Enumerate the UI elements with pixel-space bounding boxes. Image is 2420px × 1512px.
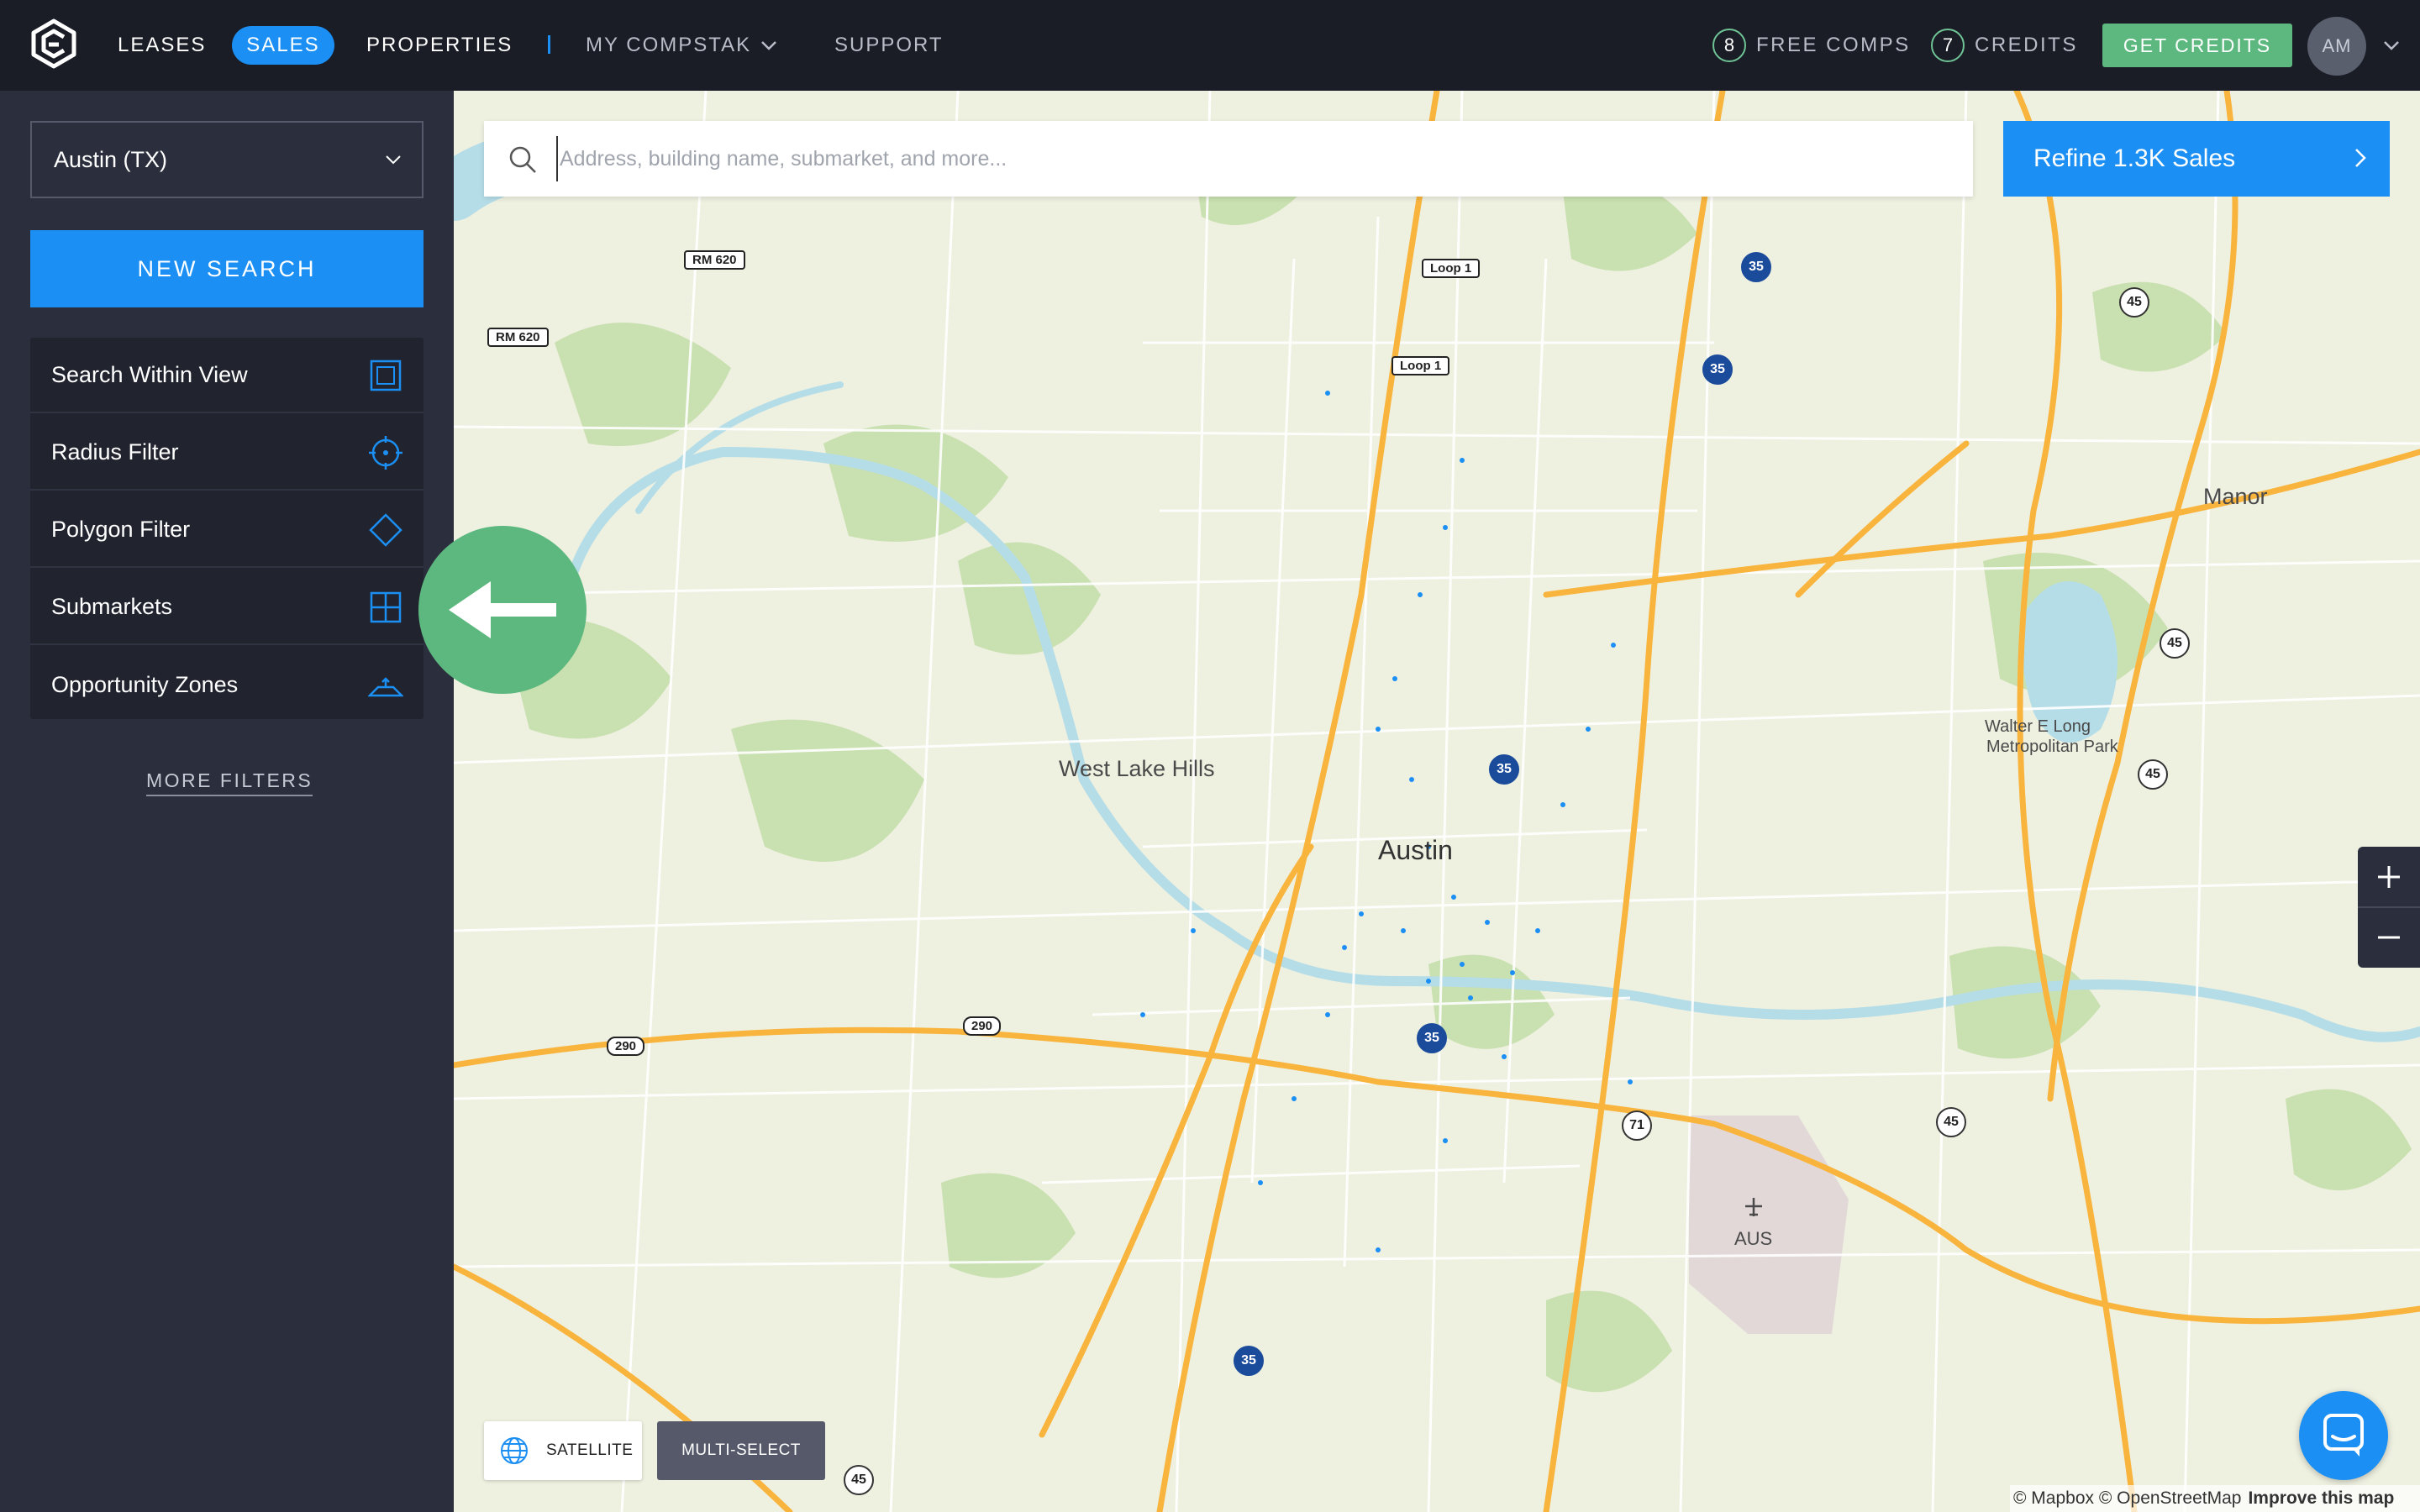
filter-polygon[interactable]: Polygon Filter xyxy=(30,492,424,568)
plus-icon xyxy=(2378,866,2400,888)
road-shield-i35: 35 xyxy=(1489,754,1519,785)
opportunity-zone-icon xyxy=(368,677,403,697)
arrow-left-icon xyxy=(449,581,556,638)
search-within-view-icon xyxy=(370,360,402,391)
chat-support-button[interactable] xyxy=(2299,1391,2388,1480)
chevron-down-icon xyxy=(761,41,777,50)
chevron-down-icon xyxy=(386,155,401,165)
radius-target-icon xyxy=(369,436,402,470)
road-shield-sh45: 45 xyxy=(1936,1107,1966,1137)
grid-icon xyxy=(370,591,402,623)
road-shield-rm620: RM 620 xyxy=(487,328,549,347)
road-shield-i35: 35 xyxy=(1234,1346,1264,1376)
chat-icon xyxy=(2323,1414,2364,1457)
market-select-value: Austin (TX) xyxy=(54,146,168,172)
nav-my-compstak-label: MY COMPSTAK xyxy=(586,34,752,56)
filter-label: Radius Filter xyxy=(51,438,179,465)
filter-label: Submarkets xyxy=(51,593,173,619)
zoom-out-button[interactable] xyxy=(2358,907,2420,968)
zoom-controls xyxy=(2358,847,2420,968)
nav-leases[interactable]: LEASES xyxy=(118,0,206,91)
map-label-walter-e-long-park: Walter E Long xyxy=(1985,717,2091,736)
refine-sales-button[interactable]: Refine 1.3K Sales xyxy=(2003,121,2390,197)
road-shield-sh45: 45 xyxy=(844,1465,874,1495)
globe-icon xyxy=(501,1437,528,1464)
road-shield-sh45: 45 xyxy=(2160,628,2190,659)
road-shield-sh71: 71 xyxy=(1622,1110,1652,1141)
top-navigation-bar: LEASES SALES PROPERTIES MY COMPSTAK SUPP… xyxy=(0,0,2420,91)
airport-icon xyxy=(1745,1198,1762,1216)
search-input[interactable] xyxy=(556,136,1951,181)
filter-submarkets[interactable]: Submarkets xyxy=(30,570,424,645)
road-shield-loop1: Loop 1 xyxy=(1422,259,1481,278)
improve-map-link[interactable]: Improve this map xyxy=(2248,1488,2394,1509)
account-chevron-down-icon[interactable] xyxy=(2380,34,2403,57)
nav-sales[interactable]: SALES xyxy=(232,26,334,65)
nav-properties[interactable]: PROPERTIES xyxy=(366,0,513,91)
map-label-manor: Manor xyxy=(2203,484,2268,509)
road-shield-us290: 290 xyxy=(607,1037,645,1056)
road-shield-us290: 290 xyxy=(963,1016,1002,1036)
filter-label: Search Within View xyxy=(51,361,248,387)
filter-label: Polygon Filter xyxy=(51,516,191,542)
chevron-right-icon xyxy=(2355,149,2366,167)
road-shield-rm620: RM 620 xyxy=(684,250,745,270)
nav-my-compstak[interactable]: MY COMPSTAK xyxy=(586,0,780,91)
market-select[interactable]: Austin (TX) xyxy=(30,121,424,198)
credits-label[interactable]: CREDITS xyxy=(1975,0,2078,91)
satellite-label: SATELLITE xyxy=(546,1441,634,1459)
multi-select-button[interactable]: MULTI-SELECT xyxy=(657,1421,825,1480)
refine-sales-label: Refine 1.3K Sales xyxy=(2033,144,2236,172)
map-search-box[interactable] xyxy=(484,121,1973,197)
minus-icon xyxy=(2378,936,2400,939)
map-label-aus-airport: AUS xyxy=(1734,1228,1773,1249)
more-filters-link[interactable]: MORE FILTERS xyxy=(146,769,313,796)
get-credits-button[interactable]: GET CREDITS xyxy=(2102,24,2292,67)
road-shield-i35: 35 xyxy=(1417,1023,1447,1053)
user-avatar[interactable]: AM xyxy=(2307,17,2366,76)
road-shield-loop1: Loop 1 xyxy=(1392,356,1450,375)
mapbox-attribution-link[interactable]: © Mapbox xyxy=(2013,1488,2094,1509)
road-shield-i35: 35 xyxy=(1702,354,1733,385)
filter-radius[interactable]: Radius Filter xyxy=(30,415,424,491)
zoom-in-button[interactable] xyxy=(2358,847,2420,907)
credits-count-badge: 7 xyxy=(1931,29,1965,62)
free-comps-count-badge: 8 xyxy=(1712,29,1746,62)
map-label-austin: Austin xyxy=(1378,835,1453,865)
polygon-icon xyxy=(369,513,402,547)
road-shield-i35: 35 xyxy=(1741,252,1771,282)
satellite-toggle-button[interactable]: SATELLITE xyxy=(484,1421,642,1480)
nav-divider xyxy=(548,35,550,54)
map-label-west-lake-hills: West Lake Hills xyxy=(1059,756,1215,781)
osm-attribution-link[interactable]: © OpenStreetMap xyxy=(2099,1488,2242,1509)
compstak-logo-icon[interactable] xyxy=(30,18,77,69)
filter-search-within-view[interactable]: Search Within View xyxy=(30,338,424,413)
map-attribution: © Mapbox © OpenStreetMap Improve this ma… xyxy=(2010,1485,2420,1512)
road-shield-sh45: 45 xyxy=(2138,759,2168,790)
search-icon xyxy=(509,146,536,173)
collapse-sidebar-button[interactable] xyxy=(418,526,587,694)
free-comps-label[interactable]: FREE COMPS xyxy=(1756,0,1911,91)
map-label-walter-e-long-park-line-2: Metropolitan Park xyxy=(1986,738,2118,756)
map-filter-list: Search Within View Radius Filter Polygon… xyxy=(30,338,424,719)
filter-opportunity-zones[interactable]: Opportunity Zones xyxy=(30,647,424,722)
new-search-button[interactable]: NEW SEARCH xyxy=(30,230,424,307)
nav-support[interactable]: SUPPORT xyxy=(834,0,944,91)
map-canvas[interactable]: Austin West Lake Hills Manor Walter E Lo… xyxy=(454,91,2420,1512)
road-shield-sh45: 45 xyxy=(2119,287,2149,318)
filter-label: Opportunity Zones xyxy=(51,671,239,697)
